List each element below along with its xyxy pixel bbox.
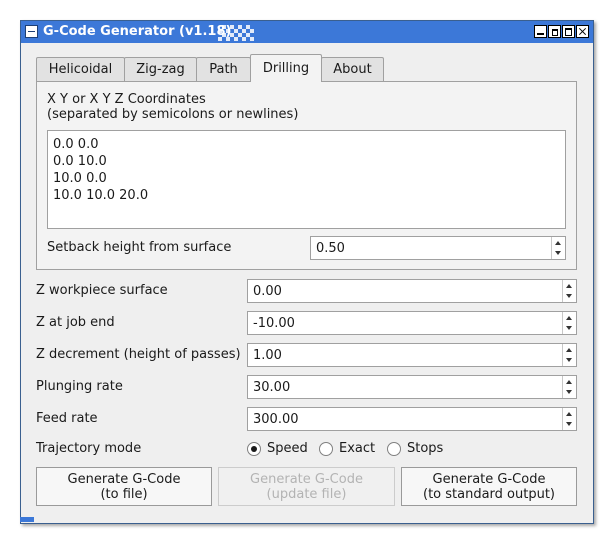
- tab-path[interactable]: Path: [196, 57, 251, 81]
- z-job-end-label: Z at job end: [36, 315, 115, 330]
- plunging-rate-spinbox[interactable]: 30.00: [247, 375, 577, 399]
- radio-speed[interactable]: [247, 442, 261, 456]
- coord-line: 10.0 0.0: [53, 171, 107, 186]
- feed-rate-spinbox[interactable]: 300.00: [247, 407, 577, 431]
- radio-speed-label[interactable]: Speed: [267, 441, 308, 456]
- z-job-end-spinbox[interactable]: -10.00: [247, 311, 577, 335]
- title-bar[interactable]: G-Code Generator (v1.18): [21, 21, 593, 43]
- button-line1: Generate G-Code: [432, 472, 546, 487]
- spin-down-icon[interactable]: [555, 251, 561, 255]
- setback-value: 0.50: [316, 241, 345, 256]
- resize-corner[interactable]: [20, 517, 34, 522]
- spin-arrows[interactable]: [562, 376, 576, 398]
- button-line1: Generate G-Code: [250, 472, 363, 487]
- coord-line: 0.0 10.0: [53, 154, 107, 169]
- maximize-icon[interactable]: [562, 25, 575, 38]
- coord-line: 10.0 10.0 20.0: [53, 188, 149, 203]
- spin-down-icon[interactable]: [566, 326, 572, 330]
- z-surface-spinbox[interactable]: 0.00: [247, 279, 577, 303]
- spin-up-icon[interactable]: [566, 316, 572, 320]
- spin-arrows[interactable]: [551, 237, 565, 259]
- z-decrement-label: Z decrement (height of passes): [36, 347, 241, 362]
- radio-stops[interactable]: [387, 442, 401, 456]
- spin-arrows[interactable]: [562, 312, 576, 334]
- minimize-icon[interactable]: [534, 25, 547, 38]
- close-icon[interactable]: [576, 25, 589, 38]
- tab-zig-zag[interactable]: Zig-zag: [124, 57, 197, 81]
- generate-update-file-button: Generate G-Code (update file): [218, 467, 395, 506]
- titlebar-pattern: [218, 25, 254, 41]
- coord-line: 0.0 0.0: [53, 137, 99, 152]
- button-line2: (to standard output): [423, 487, 555, 502]
- coords-label-line2: (separated by semicolons or newlines): [47, 107, 299, 122]
- spin-down-icon[interactable]: [566, 390, 572, 394]
- button-line2: (to file): [100, 487, 148, 502]
- z-surface-label: Z workpiece surface: [36, 283, 168, 298]
- z-decrement-spinbox[interactable]: 1.00: [247, 343, 577, 367]
- tab-helicoidal[interactable]: Helicoidal: [36, 57, 125, 81]
- setback-label: Setback height from surface: [47, 240, 232, 255]
- spin-up-icon[interactable]: [566, 412, 572, 416]
- window-title: G-Code Generator (v1.18): [43, 24, 232, 39]
- spin-down-icon[interactable]: [566, 358, 572, 362]
- spin-arrows[interactable]: [562, 280, 576, 302]
- window-menu-icon[interactable]: [25, 25, 38, 38]
- radio-exact-label[interactable]: Exact: [339, 441, 375, 456]
- z-surface-value: 0.00: [253, 284, 282, 299]
- button-line1: Generate G-Code: [67, 472, 181, 487]
- spin-arrows[interactable]: [562, 344, 576, 366]
- generate-to-file-button[interactable]: Generate G-Code (to file): [36, 467, 212, 506]
- button-line2: (update file): [266, 487, 347, 502]
- spin-down-icon[interactable]: [566, 422, 572, 426]
- z-job-end-value: -10.00: [253, 316, 295, 331]
- coords-label-line1: X Y or X Y Z Coordinates: [47, 92, 206, 107]
- generate-to-stdout-button[interactable]: Generate G-Code (to standard output): [401, 467, 577, 506]
- spin-arrows[interactable]: [562, 408, 576, 430]
- spin-up-icon[interactable]: [555, 241, 561, 245]
- spin-up-icon[interactable]: [566, 284, 572, 288]
- plunging-rate-label: Plunging rate: [36, 379, 123, 394]
- radio-stops-label[interactable]: Stops: [407, 441, 443, 456]
- window-controls: [533, 25, 589, 38]
- spin-up-icon[interactable]: [566, 348, 572, 352]
- feed-rate-label: Feed rate: [36, 411, 98, 426]
- setback-spinbox[interactable]: 0.50: [310, 236, 566, 260]
- radio-exact[interactable]: [319, 442, 333, 456]
- coordinates-textarea[interactable]: 0.0 0.0 0.0 10.0 10.0 0.0 10.0 10.0 20.0: [47, 130, 566, 229]
- feed-rate-value: 300.00: [253, 412, 299, 427]
- plunging-rate-value: 30.00: [253, 380, 291, 395]
- z-decrement-value: 1.00: [253, 348, 282, 363]
- spin-up-icon[interactable]: [566, 380, 572, 384]
- restore-icon[interactable]: [548, 25, 561, 38]
- tab-drilling[interactable]: Drilling: [250, 54, 322, 82]
- tab-about[interactable]: About: [321, 57, 384, 81]
- trajectory-label: Trajectory mode: [36, 441, 142, 456]
- spin-down-icon[interactable]: [566, 294, 572, 298]
